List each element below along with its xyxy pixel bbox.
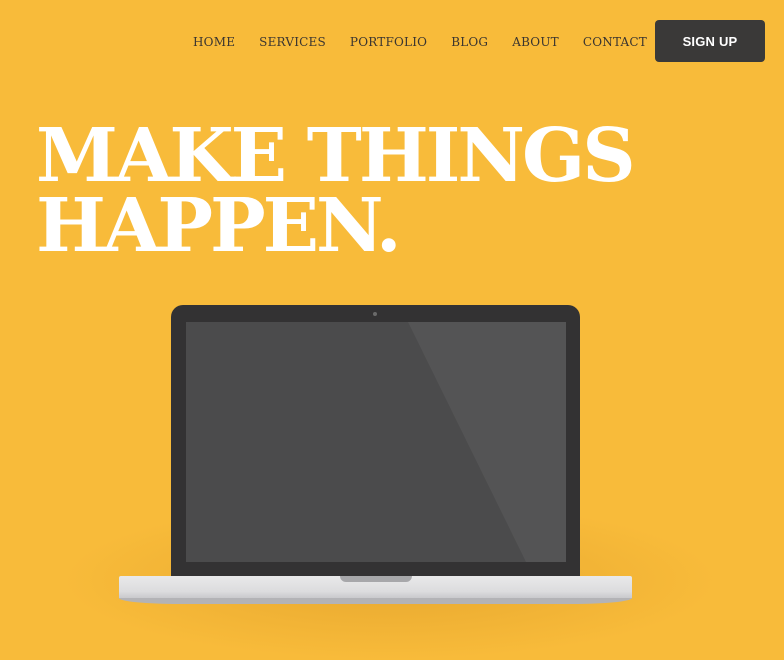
hero-title: MAKE THINGS HAPPEN. <box>36 113 636 269</box>
nav-item-services: SERVICES <box>259 33 326 51</box>
nav-link-contact[interactable]: CONTACT <box>583 35 647 49</box>
nav-item-about: ABOUT <box>512 33 559 51</box>
nav-item-blog: BLOG <box>451 33 488 51</box>
nav-links: HOME SERVICES PORTFOLIO BLOG ABOUT CONTA… <box>193 33 647 51</box>
nav-link-portfolio[interactable]: PORTFOLIO <box>350 35 427 49</box>
top-navigation: HOME SERVICES PORTFOLIO BLOG ABOUT CONTA… <box>0 0 784 80</box>
laptop-foot <box>119 598 632 604</box>
laptop-lid <box>171 305 580 577</box>
hero-title-line-1: MAKE THINGS <box>36 113 636 199</box>
laptop-screen <box>186 322 566 562</box>
nav-link-blog[interactable]: BLOG <box>451 35 488 49</box>
laptop-notch <box>340 576 412 582</box>
nav-link-services[interactable]: SERVICES <box>259 35 326 49</box>
nav-item-portfolio: PORTFOLIO <box>350 33 427 51</box>
sign-up-button[interactable]: SIGN UP <box>655 20 765 62</box>
laptop-base <box>119 576 632 598</box>
screen-glare <box>408 322 566 562</box>
camera-icon <box>373 312 377 316</box>
nav-item-home: HOME <box>193 33 235 51</box>
nav-link-about[interactable]: ABOUT <box>512 35 559 49</box>
nav-item-contact: CONTACT <box>583 33 647 51</box>
nav-link-home[interactable]: HOME <box>193 35 235 49</box>
hero-title-line-2: HAPPEN. <box>36 183 402 269</box>
